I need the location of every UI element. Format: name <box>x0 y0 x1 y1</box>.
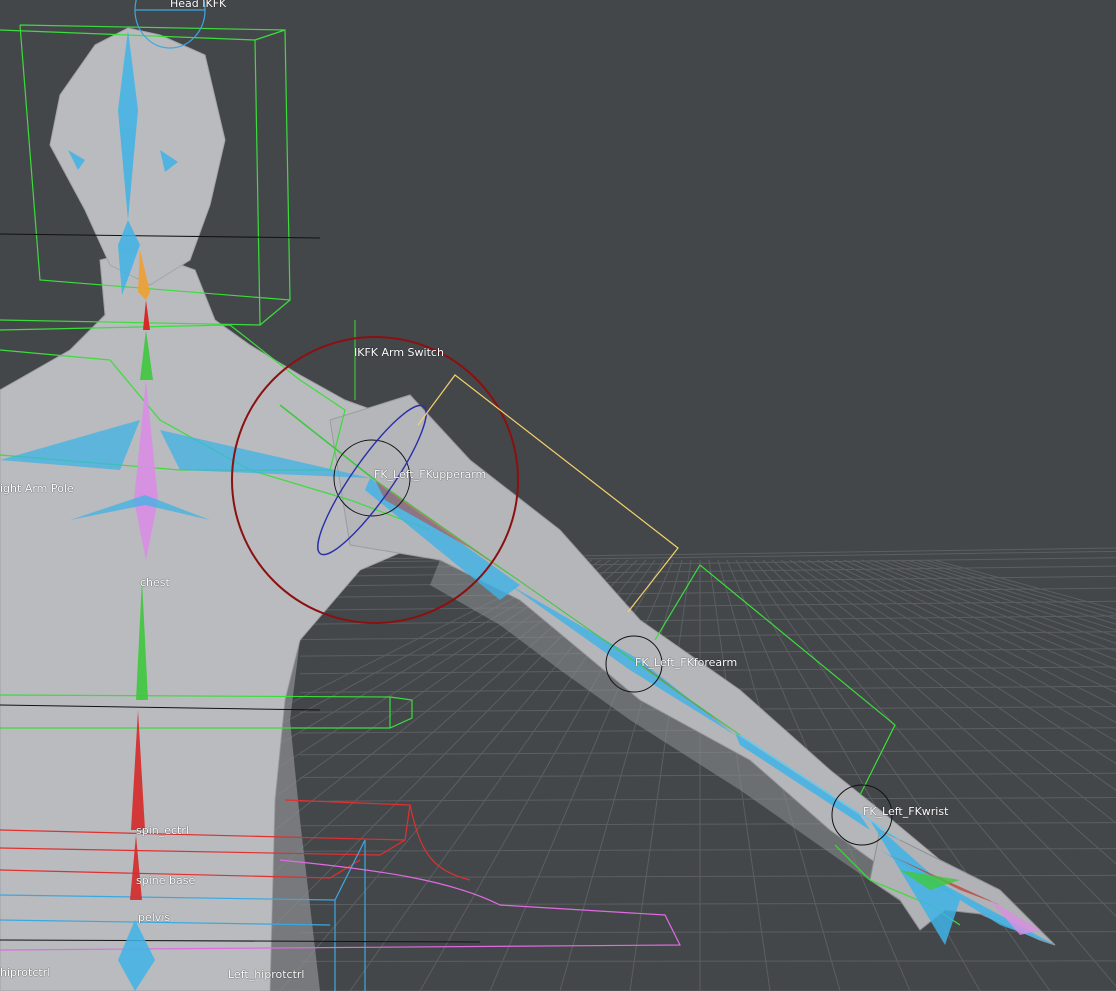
arm-shade <box>430 560 930 915</box>
grid-line <box>299 631 1116 641</box>
grid-line <box>807 559 1116 742</box>
right-hip-ctrl-label: hiprotctrl <box>0 966 51 979</box>
grid-line <box>299 615 1116 625</box>
grid-line <box>834 559 1116 693</box>
grid-line <box>816 559 1116 724</box>
grid-line <box>299 874 1116 878</box>
left-hip-ctrl-label: Left_hiprotctrl <box>228 968 305 981</box>
head-ikfk-label: Head IKFK <box>170 0 227 10</box>
grid-line <box>870 559 1116 652</box>
scene-canvas[interactable] <box>0 0 1116 991</box>
fk-upperarm-label: FK_Left_FKupperarm <box>374 468 487 481</box>
ikfk-arm-switch-label: IKFK Arm Switch <box>354 346 444 359</box>
grid-line <box>299 848 1116 852</box>
3d-viewport[interactable]: Head IKFK IKFK Arm Switch FK_Left_FKuppe… <box>0 0 1116 991</box>
chest-label: chest <box>140 576 170 589</box>
pelvis-label: pelvis <box>138 911 171 924</box>
grid-line <box>299 557 1116 570</box>
spine-base-label: spine base <box>136 874 196 887</box>
spine-ctrl-label: spin_ectrl <box>136 824 189 837</box>
grid-line <box>299 797 1116 802</box>
fk-wrist-label: FK_Left_FKwrist <box>863 805 949 818</box>
grid-line <box>299 587 1116 598</box>
grid-line <box>299 960 1116 962</box>
right-arm-pole-label: ight Arm Pole <box>0 482 74 495</box>
grid-line <box>798 559 1116 765</box>
grid-line <box>852 559 1116 670</box>
fk-forearm-label: FK_Left_FKforearm <box>635 656 738 669</box>
grid-line <box>299 575 1116 587</box>
grid-line <box>299 648 1116 657</box>
grid-line <box>299 931 1116 934</box>
grid-line <box>843 559 1116 681</box>
